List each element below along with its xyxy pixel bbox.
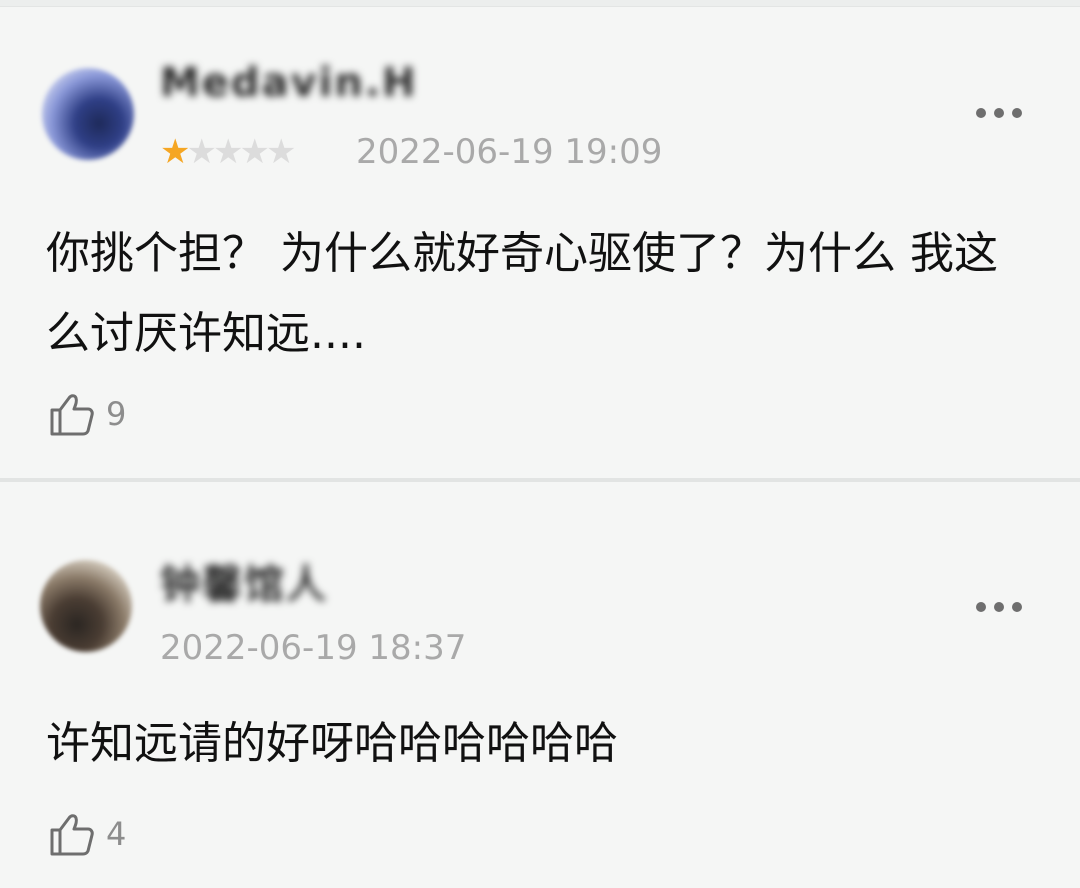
comment-timestamp: 2022-06-19 18:37 — [160, 628, 467, 668]
like-button[interactable]: 9 — [46, 388, 126, 440]
star-empty-icon: ★ — [239, 132, 270, 172]
avatar[interactable] — [40, 560, 132, 652]
star-empty-icon: ★ — [212, 132, 244, 172]
star-filled-icon: ★ — [160, 132, 191, 172]
comment-timestamp: 2022-06-19 19:09 — [356, 132, 663, 172]
like-count: 9 — [106, 395, 127, 433]
like-button[interactable]: 4 — [46, 808, 126, 860]
more-options-icon[interactable] — [976, 597, 1022, 617]
star-empty-icon: ★ — [186, 132, 217, 172]
comment-text: 你挑个担？ 为什么就好奇心驱使了？为什么 我这么讨厌许知远.... — [46, 228, 998, 359]
comment-item: Medavin.H ★★★★★ 2022-06-19 19:09 你挑个担？ 为… — [0, 0, 1080, 478]
thumbs-up-icon — [50, 394, 94, 436]
username[interactable]: 钟馨馆人 — [160, 552, 328, 610]
star-empty-icon: ★ — [265, 132, 297, 172]
username[interactable]: Medavin.H — [160, 60, 418, 106]
star-rating: ★★★★★ — [160, 132, 297, 172]
thumbs-up-icon — [50, 814, 94, 856]
comment-text: 许知远请的好呀哈哈哈哈哈哈 — [46, 718, 618, 769]
comment-item — [0, 482, 1080, 888]
like-count: 4 — [106, 815, 127, 853]
more-options-icon[interactable] — [976, 103, 1022, 123]
avatar[interactable] — [42, 68, 134, 160]
